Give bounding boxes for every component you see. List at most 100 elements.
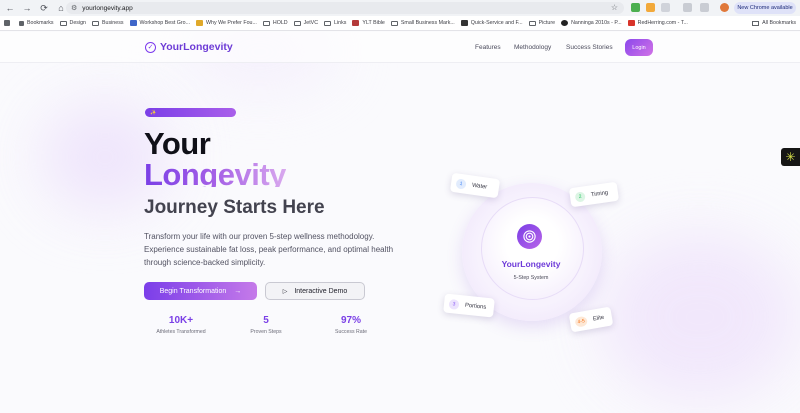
bookmark-star-icon[interactable]: ☆ bbox=[611, 3, 618, 12]
bookmark-label: HOLD bbox=[272, 20, 288, 26]
bookmark-label: Why We Prefer Fou... bbox=[206, 20, 257, 26]
all-bookmarks-label: All Bookmarks bbox=[762, 20, 796, 26]
browser-toolbar: ← → ⟳ ⌂ ⚙ yourlongevity.app ☆ New Chrome… bbox=[0, 0, 800, 16]
stat-steps: 5 Proven Steps bbox=[226, 315, 306, 335]
address-url: yourlongevity.app bbox=[82, 4, 133, 12]
stat-athletes: 10K+ Athletes Transformed bbox=[141, 315, 221, 335]
bookmark-item[interactable]: YLT Bible bbox=[352, 20, 385, 26]
play-icon: ▷ bbox=[282, 288, 288, 295]
nav-success-stories[interactable]: Success Stories bbox=[566, 44, 613, 51]
stat-success: 97% Success Rate bbox=[311, 315, 391, 335]
bookmark-item[interactable]: Quick-Service and F... bbox=[460, 20, 523, 26]
folder-icon bbox=[262, 20, 270, 26]
hero-subtitle: Journey Starts Here bbox=[144, 197, 325, 218]
step-number: 4-5 bbox=[574, 315, 588, 328]
reload-icon[interactable]: ⟳ bbox=[37, 1, 51, 15]
nav-features[interactable]: Features bbox=[475, 44, 501, 51]
stat-value: 97% bbox=[340, 315, 361, 326]
hero-badge: ✨ bbox=[145, 108, 236, 117]
bookmark-label: Small Business Mark... bbox=[400, 20, 455, 26]
favicon-icon bbox=[561, 20, 569, 26]
new-chrome-button[interactable]: New Chrome available bbox=[734, 2, 796, 14]
folder-icon bbox=[528, 20, 536, 26]
step-card-timing[interactable]: 2 Timing bbox=[568, 181, 620, 208]
bookmark-item[interactable]: Design bbox=[59, 20, 87, 26]
folder-icon bbox=[59, 20, 67, 26]
forward-icon[interactable]: → bbox=[20, 1, 34, 15]
folder-icon bbox=[324, 20, 332, 26]
bookmark-label: Nanninga 2010s - P... bbox=[571, 20, 622, 26]
arrow-right-icon: → bbox=[234, 287, 242, 295]
downloads-icon[interactable] bbox=[700, 3, 709, 12]
cta-primary-label: Begin Transformation bbox=[159, 287, 227, 295]
step-label: Elite bbox=[592, 314, 605, 323]
bookmark-item[interactable]: Nanninga 2010s - P... bbox=[561, 20, 622, 26]
step-label: Timing bbox=[590, 189, 609, 198]
folder-icon bbox=[293, 20, 301, 26]
bookmark-item[interactable]: Business bbox=[92, 20, 124, 26]
bookmark-item[interactable]: HOLD bbox=[262, 20, 288, 26]
folder-icon bbox=[752, 20, 760, 26]
interactive-demo-button[interactable]: ▷ Interactive Demo bbox=[265, 282, 365, 300]
bookmark-item[interactable]: Why We Prefer Fou... bbox=[196, 20, 257, 26]
site-logo[interactable]: ✓ YourLongevity bbox=[145, 41, 233, 53]
bookmark-item[interactable]: JetVC bbox=[293, 20, 319, 26]
cta-secondary-label: Interactive Demo bbox=[294, 287, 348, 295]
step-number: 1 bbox=[455, 177, 467, 190]
hero-title-line2: Longevity bbox=[144, 157, 286, 187]
stat-value: 5 bbox=[263, 315, 269, 326]
bookmark-label: Business bbox=[102, 20, 124, 26]
system-subtitle: 5-Step System bbox=[513, 275, 549, 281]
step-label: Portions bbox=[464, 302, 487, 311]
accessibility-widget-icon[interactable]: ✳ bbox=[781, 148, 800, 166]
logo-text: YourLongevity bbox=[160, 41, 233, 53]
favicon-icon bbox=[129, 20, 137, 26]
back-icon[interactable]: ← bbox=[3, 1, 17, 15]
all-bookmarks-button[interactable]: All Bookmarks bbox=[752, 20, 796, 26]
stat-label: Success Rate bbox=[334, 329, 367, 335]
favicon-icon bbox=[460, 20, 468, 26]
bookmark-item[interactable]: Workshop Best Gro... bbox=[129, 20, 191, 26]
folder-icon bbox=[92, 20, 99, 26]
nav-methodology[interactable]: Methodology bbox=[514, 44, 551, 51]
bookmark-label: YLT Bible bbox=[362, 20, 385, 26]
extension-icon[interactable] bbox=[646, 3, 655, 12]
spiral-icon bbox=[517, 224, 542, 249]
favicon-icon bbox=[196, 20, 204, 26]
stat-label: Proven Steps bbox=[250, 329, 282, 335]
bookmark-item[interactable]: Links bbox=[324, 20, 346, 26]
bookmarks-bar: Bookmarks Design Business Workshop Best … bbox=[0, 16, 800, 31]
step-card-water[interactable]: 1 Water bbox=[449, 172, 501, 199]
step-card-portions[interactable]: 3 Portions bbox=[443, 293, 495, 318]
step-number: 2 bbox=[574, 190, 586, 203]
bookmark-label: Quick-Service and F... bbox=[470, 20, 523, 26]
extension-icon[interactable] bbox=[631, 3, 640, 12]
begin-transformation-button[interactable]: Begin Transformation → bbox=[144, 282, 257, 300]
address-bar[interactable]: ⚙ yourlongevity.app ☆ bbox=[66, 2, 624, 14]
bookmark-item[interactable]: RedHerring.com - T... bbox=[627, 20, 688, 26]
media-icon[interactable] bbox=[683, 3, 692, 12]
bookmark-label: Bookmarks bbox=[27, 20, 54, 26]
bookmark-item[interactable]: Bookmarks bbox=[19, 20, 54, 26]
login-button[interactable]: Login bbox=[625, 39, 653, 56]
favicon-icon bbox=[627, 20, 635, 26]
bookmark-label: JetVC bbox=[303, 20, 319, 26]
bookmark-label: Workshop Best Gro... bbox=[139, 20, 191, 26]
bookmark-label: Design bbox=[69, 20, 87, 26]
folder-icon bbox=[390, 20, 398, 26]
stat-label: Athletes Transformed bbox=[156, 329, 206, 335]
bookmark-item[interactable]: Small Business Mark... bbox=[390, 20, 455, 26]
hero-description: Transform your life with our proven 5-st… bbox=[144, 232, 394, 267]
extensions-puzzle-icon[interactable] bbox=[661, 3, 670, 12]
landing-page: ✓ YourLongevity Features Methodology Suc… bbox=[0, 32, 800, 413]
bookmark-item[interactable]: Picture bbox=[528, 20, 556, 26]
profile-avatar[interactable] bbox=[720, 3, 729, 12]
bookmark-label: Links bbox=[334, 20, 347, 26]
step-number: 3 bbox=[448, 298, 460, 310]
site-info-icon[interactable]: ⚙ bbox=[71, 4, 77, 12]
step-label: Water bbox=[471, 182, 488, 191]
bookmark-label: RedHerring.com - T... bbox=[637, 20, 688, 26]
apps-icon[interactable] bbox=[4, 20, 13, 26]
bookmark-label: Picture bbox=[538, 20, 556, 26]
site-header: ✓ YourLongevity Features Methodology Suc… bbox=[0, 32, 800, 63]
